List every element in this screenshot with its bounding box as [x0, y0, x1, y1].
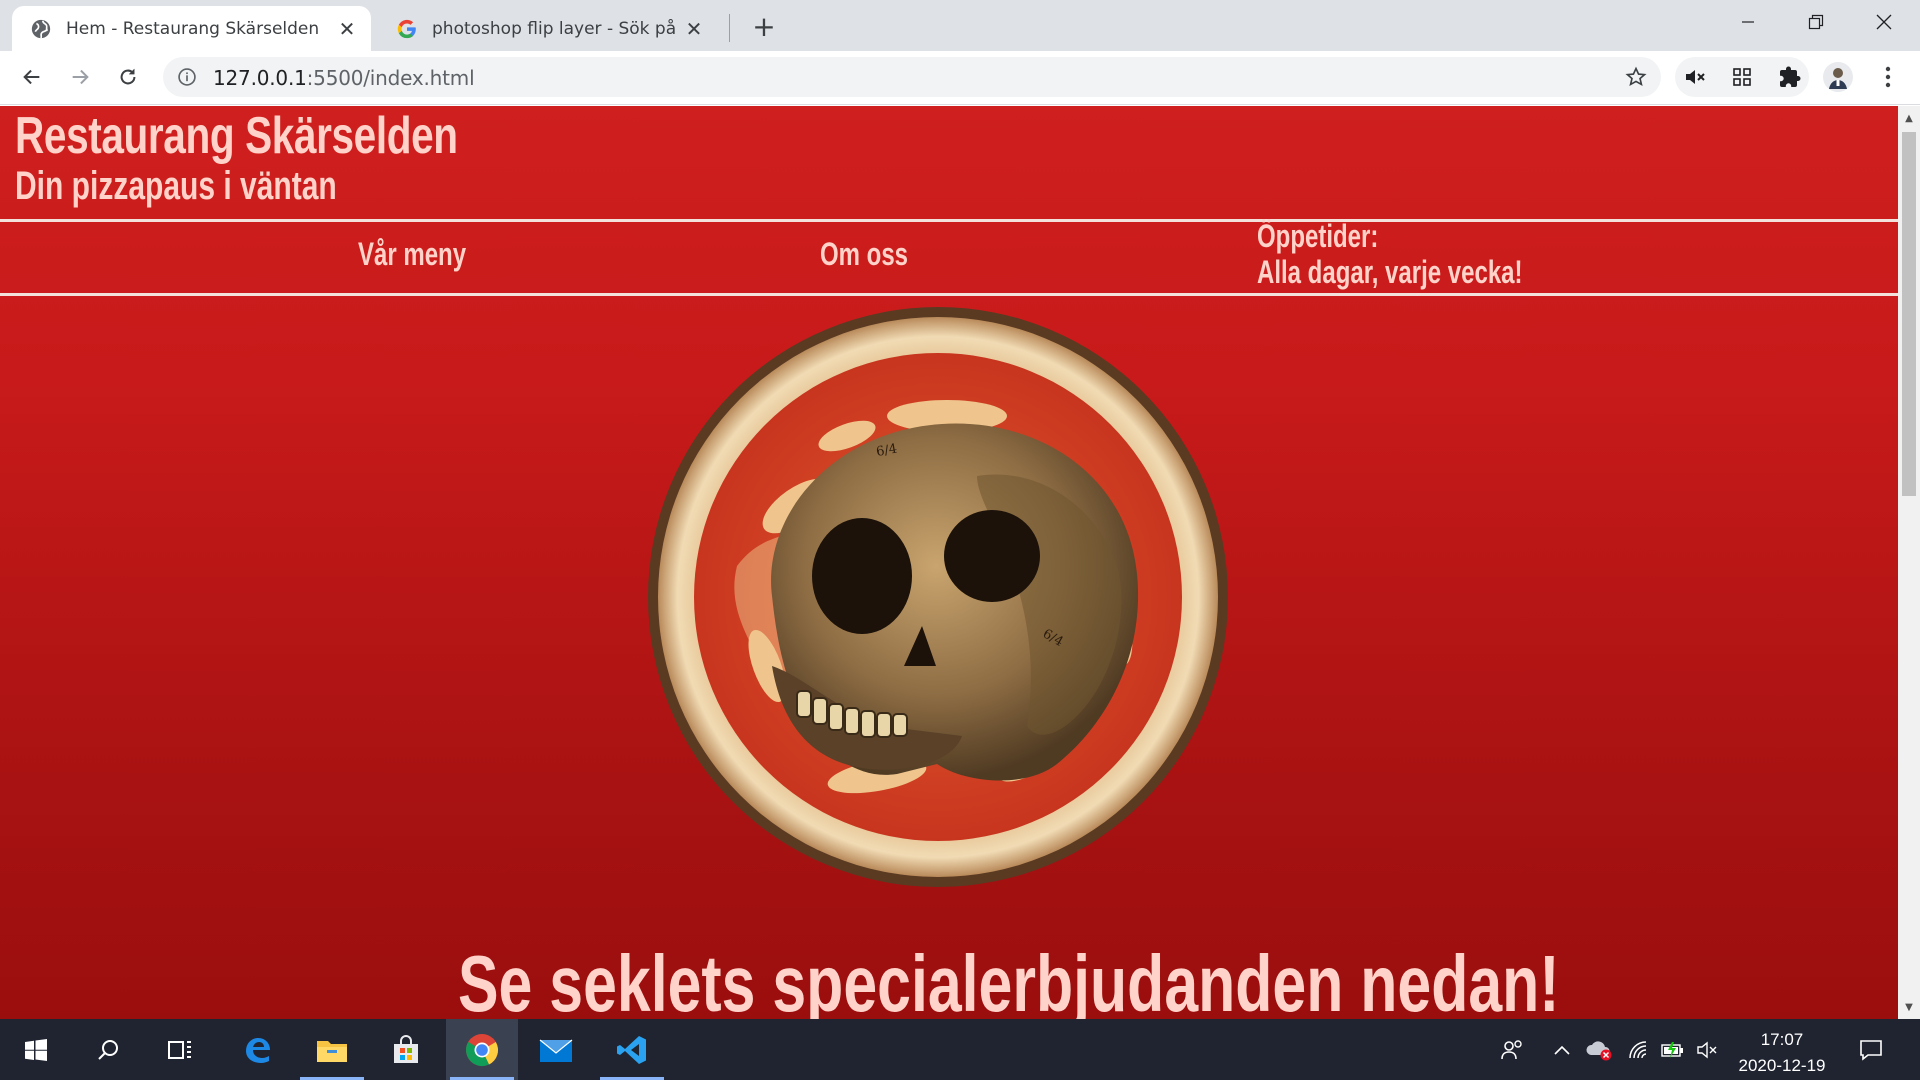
taskbar-edge[interactable]: [221, 1019, 293, 1080]
network-status[interactable]: [1624, 1019, 1654, 1080]
chevron-up-icon: [1554, 1045, 1570, 1055]
profile-avatar[interactable]: [1820, 59, 1856, 95]
reload-button[interactable]: [110, 59, 146, 95]
opening-hours-value: Alla dagar, varje vecka!: [1257, 254, 1523, 290]
tab-google-search[interactable]: photoshop flip layer - Sök på Goo ✕: [378, 6, 718, 51]
tab-title: Hem - Restaurang Skärselden: [66, 18, 320, 39]
new-tab-button[interactable]: +: [748, 10, 780, 43]
close-tab-icon[interactable]: ✕: [680, 15, 708, 43]
reload-icon: [120, 68, 136, 85]
notification-icon: [1860, 1039, 1882, 1061]
close-icon: [1876, 14, 1892, 30]
globe-icon: [31, 19, 51, 38]
taskbar-search-button[interactable]: [72, 1019, 144, 1080]
browser-tab-strip: Hem - Restaurang Skärselden ✕ photoshop …: [0, 0, 1920, 51]
vscode-icon: [617, 1035, 646, 1064]
specials-headline: Se seklets specialerbjudanden nedan!: [458, 939, 1560, 1019]
taskbar-clock[interactable]: 17:07 2020-12-19: [1722, 1027, 1842, 1079]
more-vertical-icon: [1885, 66, 1891, 88]
info-icon[interactable]: [177, 67, 197, 87]
muted-speaker-icon: [1686, 70, 1705, 84]
action-center-button[interactable]: [1852, 1019, 1890, 1080]
avatar-icon: [1823, 62, 1853, 92]
task-view-icon: [168, 1040, 191, 1059]
taskbar-mail[interactable]: [520, 1019, 592, 1080]
url-path: :5500/index.html: [306, 66, 475, 90]
restore-icon: [1808, 14, 1824, 30]
taskbar-vscode[interactable]: [596, 1019, 668, 1080]
tab-restaurang[interactable]: Hem - Restaurang Skärselden ✕: [12, 6, 371, 51]
back-arrow-icon: [23, 69, 40, 85]
forward-button[interactable]: [62, 59, 98, 95]
cloud-error-icon: [1586, 1040, 1612, 1060]
tab-title: photoshop flip layer - Sök på Goo: [432, 18, 680, 39]
tab-divider: [729, 14, 730, 42]
battery-charging-icon: [1661, 1041, 1683, 1058]
mute-tab-button[interactable]: [1677, 59, 1713, 95]
nav-divider: [0, 293, 1898, 296]
windows-taskbar: 17:07 2020-12-19: [0, 1019, 1920, 1080]
close-tab-icon[interactable]: ✕: [333, 15, 361, 43]
people-icon: [1501, 1039, 1522, 1059]
back-button[interactable]: [14, 59, 50, 95]
taskbar-store[interactable]: [370, 1019, 442, 1080]
battery-status[interactable]: [1658, 1019, 1688, 1080]
opening-hours-label: Öppetider:: [1257, 218, 1379, 254]
clock-time: 17:07: [1760, 1030, 1804, 1049]
onedrive-status[interactable]: [1584, 1019, 1614, 1080]
scrollbar-thumb[interactable]: [1902, 132, 1916, 496]
chrome-icon: [466, 1033, 499, 1066]
site-title: Restaurang Skärselden: [15, 107, 458, 165]
browser-toolbar: 127.0.0.1:5500/index.html: [0, 51, 1920, 105]
file-explorer-icon: [317, 1040, 347, 1062]
extensions-button[interactable]: [1772, 59, 1808, 95]
skull-pizza-image: 6/4 6/4: [648, 307, 1228, 887]
bookmark-star-icon[interactable]: [1625, 66, 1647, 88]
task-view-button[interactable]: [144, 1019, 216, 1080]
url-host: 127.0.0.1: [213, 66, 307, 90]
clock-date: 2020-12-19: [1738, 1056, 1826, 1075]
address-bar[interactable]: 127.0.0.1:5500/index.html: [163, 57, 1661, 97]
close-window-button[interactable]: [1850, 0, 1918, 44]
search-icon: [98, 1039, 118, 1060]
restore-button[interactable]: [1782, 0, 1850, 44]
browser-menu-button[interactable]: [1870, 59, 1906, 95]
volume-status[interactable]: [1692, 1019, 1722, 1080]
nav-link-about[interactable]: Om oss: [820, 236, 908, 273]
taskbar-chrome[interactable]: [446, 1019, 518, 1080]
google-icon: [397, 19, 416, 38]
page-viewport: Restaurang Skärselden Din pizzapaus i vä…: [0, 106, 1898, 1019]
header-divider: [0, 219, 1898, 222]
mail-icon: [539, 1039, 573, 1062]
windows-start-icon: [25, 1038, 47, 1061]
page-scrollbar[interactable]: ▲ ▼: [1898, 106, 1920, 1019]
puzzle-icon: [1780, 66, 1801, 87]
grid-icon: [1733, 68, 1751, 86]
show-hidden-icons-button[interactable]: [1548, 1019, 1576, 1080]
extension-grid-button[interactable]: [1724, 59, 1760, 95]
people-button[interactable]: [1494, 1019, 1530, 1080]
minimize-button[interactable]: [1714, 0, 1782, 44]
site-tagline: Din pizzapaus i väntan: [15, 164, 337, 208]
scroll-down-icon[interactable]: ▼: [1903, 1001, 1915, 1013]
url-text: 127.0.0.1:5500/index.html: [213, 66, 475, 90]
edge-icon: [246, 1037, 270, 1063]
scroll-up-icon[interactable]: ▲: [1903, 112, 1915, 124]
wifi-icon: [1629, 1040, 1647, 1058]
volume-muted-icon: [1697, 1041, 1717, 1058]
minimize-icon: [1742, 21, 1754, 23]
start-button[interactable]: [0, 1019, 72, 1080]
nav-link-menu[interactable]: Vår meny: [358, 236, 466, 273]
taskbar-file-explorer[interactable]: [296, 1019, 368, 1080]
store-icon: [394, 1034, 418, 1063]
forward-arrow-icon: [72, 69, 89, 85]
